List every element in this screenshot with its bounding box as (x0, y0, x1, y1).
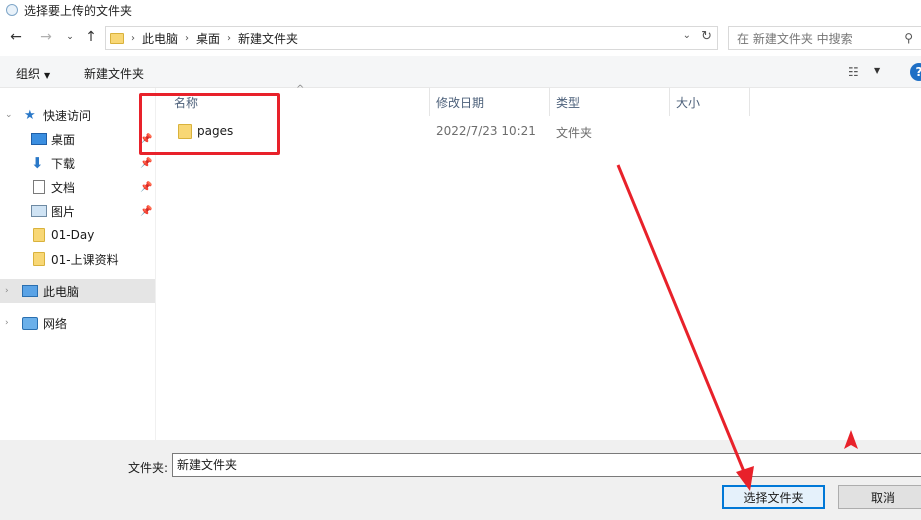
sidebar-item-pictures[interactable]: 图片 📌 (0, 199, 155, 223)
chevron-down-icon[interactable]: ⌄ (5, 110, 13, 120)
column-header-label: 修改日期 (436, 95, 485, 110)
sidebar-item-01-class-materials[interactable]: 01-上课资料 (0, 247, 155, 271)
new-folder-button[interactable]: 新建文件夹 (84, 65, 144, 82)
folder-icon (33, 228, 45, 242)
download-arrow-icon: ⬇ (31, 154, 44, 172)
breadcrumb-new-folder[interactable]: 新建文件夹 (238, 30, 298, 47)
file-modified: 2022/7/23 10:21 (436, 124, 536, 138)
folder-label: 文件夹: (128, 461, 169, 475)
picture-icon (31, 205, 47, 217)
sidebar-item-network[interactable]: › 网络 (0, 311, 155, 335)
sidebar-label: 快速访问 (43, 108, 92, 123)
sidebar-label: 桌面 (51, 132, 76, 147)
back-arrow-icon[interactable]: ← (7, 28, 25, 46)
address-bar[interactable]: › 此电脑 › 桌面 › 新建文件夹 ⌄ ↻ (105, 26, 718, 50)
select-folder-button[interactable]: 选择文件夹 (722, 485, 825, 509)
pin-icon[interactable]: 📌 (140, 182, 152, 193)
sidebar-label: 网络 (43, 316, 68, 331)
sidebar-item-desktop[interactable]: 桌面 📌 (0, 127, 155, 151)
address-dropdown-icon[interactable]: ⌄ (683, 30, 691, 41)
organize-button[interactable]: 组织 ▼ (16, 65, 50, 82)
up-arrow-icon[interactable]: ↑ (82, 28, 100, 46)
forward-arrow-icon[interactable]: → (37, 28, 55, 46)
sidebar-item-documents[interactable]: 文档 📌 (0, 175, 155, 199)
sidebar-item-downloads[interactable]: ⬇ 下载 📌 (0, 151, 155, 175)
column-header-size[interactable]: 大小 (670, 88, 750, 116)
sidebar-item-01-day[interactable]: 01-Day (0, 223, 155, 247)
pin-icon[interactable]: 📌 (140, 158, 152, 169)
caret-down-icon[interactable]: ▼ (874, 66, 880, 75)
window-title: 选择要上传的文件夹 (24, 3, 133, 18)
breadcrumb-desktop[interactable]: 桌面 (196, 30, 220, 47)
search-icon[interactable]: ⚲ (904, 31, 913, 45)
sidebar-label: 下载 (51, 156, 76, 171)
recent-locations-chevron-icon[interactable]: ⌄ (61, 28, 79, 46)
sidebar-label: 图片 (51, 204, 76, 219)
navigation-pane: ⌄ ★ 快速访问 桌面 📌 ⬇ 下载 📌 文档 📌 图片 📌 01-Day 01… (0, 88, 155, 440)
search-input[interactable]: 在 新建文件夹 中搜索 ⚲ (728, 26, 921, 50)
chevron-right-icon[interactable]: › (5, 286, 9, 296)
folder-icon (110, 32, 124, 44)
organize-label: 组织 (16, 67, 41, 81)
column-header-label: 大小 (676, 95, 701, 110)
sidebar-item-quick-access[interactable]: ⌄ ★ 快速访问 (0, 103, 155, 127)
chevron-right-icon[interactable]: › (185, 33, 189, 44)
sidebar-label: 此电脑 (43, 284, 80, 299)
caret-down-icon: ▼ (44, 71, 51, 80)
search-placeholder: 在 新建文件夹 中搜索 (737, 31, 853, 46)
column-header-label: 类型 (556, 95, 581, 110)
column-header-modified[interactable]: 修改日期 (430, 88, 550, 116)
sidebar-item-this-pc[interactable]: › 此电脑 (0, 279, 155, 303)
navigation-bar: ← → ⌄ ↑ › 此电脑 › 桌面 › 新建文件夹 ⌄ ↻ 在 新建文件夹 中… (0, 22, 921, 52)
refresh-icon[interactable]: ↻ (701, 29, 712, 44)
sidebar-label: 01-上课资料 (51, 252, 119, 267)
view-options-icon[interactable]: ☷ (848, 65, 859, 79)
column-header-type[interactable]: 类型 (550, 88, 670, 116)
folder-name-input[interactable]: 新建文件夹 (172, 453, 921, 477)
chevron-right-icon[interactable]: › (227, 33, 231, 44)
pin-icon[interactable]: 📌 (140, 206, 152, 217)
annotation-highlight-box (139, 93, 280, 155)
chevron-right-icon[interactable]: › (5, 318, 9, 328)
sidebar-label: 01-Day (51, 228, 95, 242)
footer-panel: 文件夹: 新建文件夹 选择文件夹 取消 (0, 440, 921, 520)
app-icon (6, 4, 18, 16)
cancel-button[interactable]: 取消 (838, 485, 921, 509)
star-icon: ★ (24, 107, 36, 123)
breadcrumb-this-pc[interactable]: 此电脑 (142, 30, 178, 47)
desktop-icon (31, 133, 47, 145)
sidebar-label: 文档 (51, 180, 76, 195)
folder-icon (33, 252, 45, 266)
title-bar: 选择要上传的文件夹 (0, 0, 921, 20)
help-icon[interactable]: ? (910, 63, 921, 81)
network-icon (22, 316, 38, 330)
document-icon (33, 180, 45, 194)
file-type: 文件夹 (556, 126, 593, 140)
computer-icon (22, 285, 38, 297)
chevron-right-icon[interactable]: › (131, 33, 135, 44)
command-bar: 组织▼ 新建文件夹 ☷ ▼ ? (0, 56, 921, 88)
